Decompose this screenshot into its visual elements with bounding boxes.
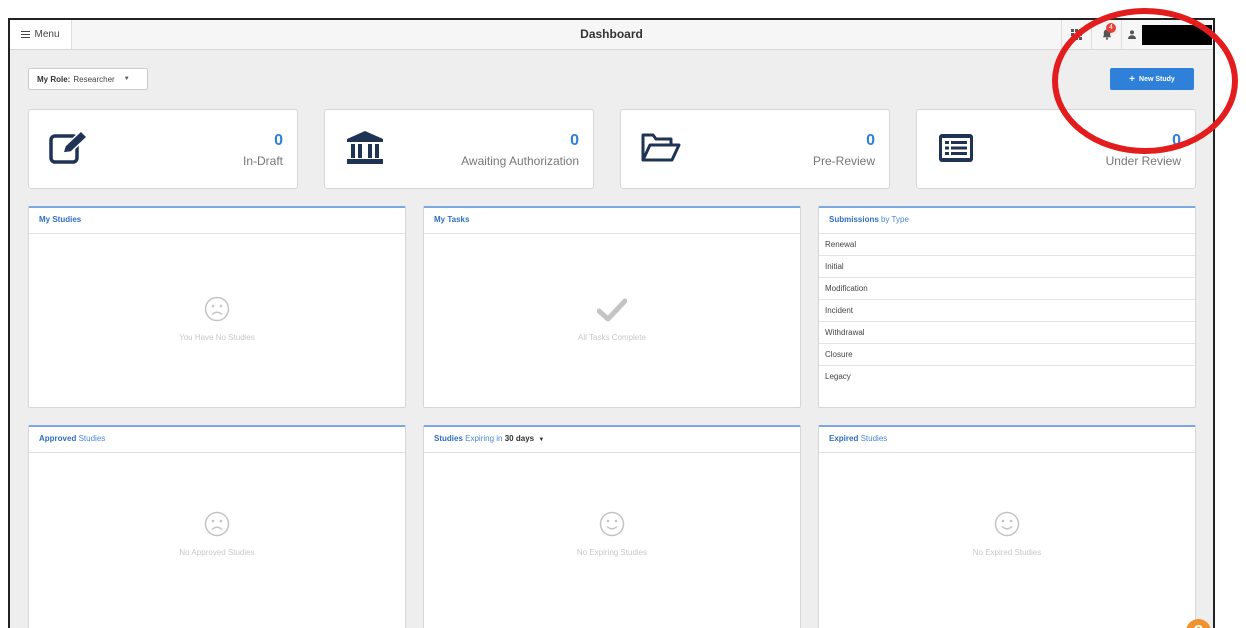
stat-count: 0 (570, 132, 579, 149)
list-item[interactable]: Incident (819, 300, 1195, 322)
list-item[interactable]: Initial (819, 256, 1195, 278)
top-bar: Menu Dashboard 4 (10, 20, 1213, 50)
panel-title: Submissions by Type (819, 208, 1195, 234)
new-study-label: New Study (1139, 75, 1175, 83)
caret-down-icon: ▼ (538, 437, 545, 443)
approved-studies-panel: Approved Studies No Approved Studies (28, 425, 406, 628)
sad-face-icon (204, 511, 230, 537)
empty-state: No Expired Studies (819, 511, 1195, 557)
bank-icon (347, 131, 383, 164)
empty-state: All Tasks Complete (424, 298, 800, 342)
list-item[interactable]: Renewal (819, 234, 1195, 256)
list-item[interactable]: Withdrawal (819, 322, 1195, 344)
user-icon (1128, 30, 1136, 39)
empty-message: No Expired Studies (972, 548, 1042, 557)
empty-message: You Have No Studies (179, 333, 255, 342)
apps-button[interactable] (1061, 20, 1091, 49)
app-window: Menu Dashboard 4 My Role: Researcher ▼ +… (8, 18, 1215, 628)
checkmark-icon (596, 298, 628, 322)
stat-count: 0 (1172, 132, 1181, 149)
list-card-icon (939, 134, 973, 162)
stat-label: Pre-Review (812, 154, 875, 168)
plus-icon: + (1129, 73, 1136, 85)
panel-title: Expired Studies (819, 427, 1195, 453)
apps-grid-icon (1071, 29, 1082, 40)
submissions-by-type-panel: Submissions by Type Renewal Initial Modi… (818, 206, 1196, 408)
empty-message: No Approved Studies (179, 548, 255, 557)
stat-card-under-review[interactable]: 0 Under Review (916, 109, 1196, 189)
panel-title: My Studies (29, 208, 405, 234)
caret-down-icon: ▼ (123, 76, 130, 82)
submission-type-list: Renewal Initial Modification Incident Wi… (819, 234, 1195, 388)
stat-card-awaiting-authorization[interactable]: 0 Awaiting Authorization (324, 109, 594, 189)
list-item[interactable]: Modification (819, 278, 1195, 300)
page-title: Dashboard (580, 27, 643, 41)
list-item[interactable]: Closure (819, 344, 1195, 366)
menu-label: Menu (34, 29, 60, 40)
pencil-edit-icon (49, 130, 89, 164)
stat-count: 0 (866, 132, 875, 149)
panel-title: My Tasks (424, 208, 800, 234)
new-study-button[interactable]: + New Study (1110, 68, 1194, 90)
my-studies-panel: My Studies You Have No Studies (28, 206, 406, 408)
user-menu-button[interactable] (1121, 20, 1213, 49)
stat-label: In-Draft (242, 154, 283, 168)
panel-title: Studies Expiring in 30 days ▼ (424, 427, 800, 453)
role-selector[interactable]: My Role: Researcher ▼ (28, 68, 148, 90)
my-tasks-panel: My Tasks All Tasks Complete (423, 206, 801, 408)
role-label: My Role: (37, 74, 71, 84)
menu-button[interactable]: Menu (10, 20, 72, 49)
empty-state: No Expiring Studies (424, 511, 800, 557)
sad-face-icon (204, 296, 230, 322)
empty-message: No Expiring Studies (576, 548, 648, 557)
stat-card-pre-review[interactable]: 0 Pre-Review (620, 109, 890, 189)
stat-label: Under Review (1105, 154, 1181, 168)
stat-label: Awaiting Authorization (461, 154, 579, 168)
folder-open-icon (641, 133, 681, 162)
empty-message: All Tasks Complete (578, 333, 646, 342)
expired-studies-panel: Expired Studies No Expired Studies (818, 425, 1196, 628)
redacted-user-name (1142, 24, 1212, 45)
expiring-period-dropdown[interactable]: 30 days (505, 434, 534, 443)
notifications-button[interactable]: 4 (1091, 20, 1121, 49)
role-value: Researcher (73, 74, 115, 84)
empty-state: You Have No Studies (29, 296, 405, 342)
notification-badge: 4 (1106, 23, 1116, 33)
top-icons: 4 (1061, 20, 1213, 49)
stat-count: 0 (274, 132, 283, 149)
studies-expiring-panel: Studies Expiring in 30 days ▼ No Expirin… (423, 425, 801, 628)
panel-title: Approved Studies (29, 427, 405, 453)
hamburger-icon (21, 31, 31, 38)
stat-card-in-draft[interactable]: 0 In-Draft (28, 109, 298, 189)
smile-face-icon (994, 511, 1020, 537)
list-item[interactable]: Legacy (819, 366, 1195, 388)
empty-state: No Approved Studies (29, 511, 405, 557)
smile-face-icon (599, 511, 625, 537)
